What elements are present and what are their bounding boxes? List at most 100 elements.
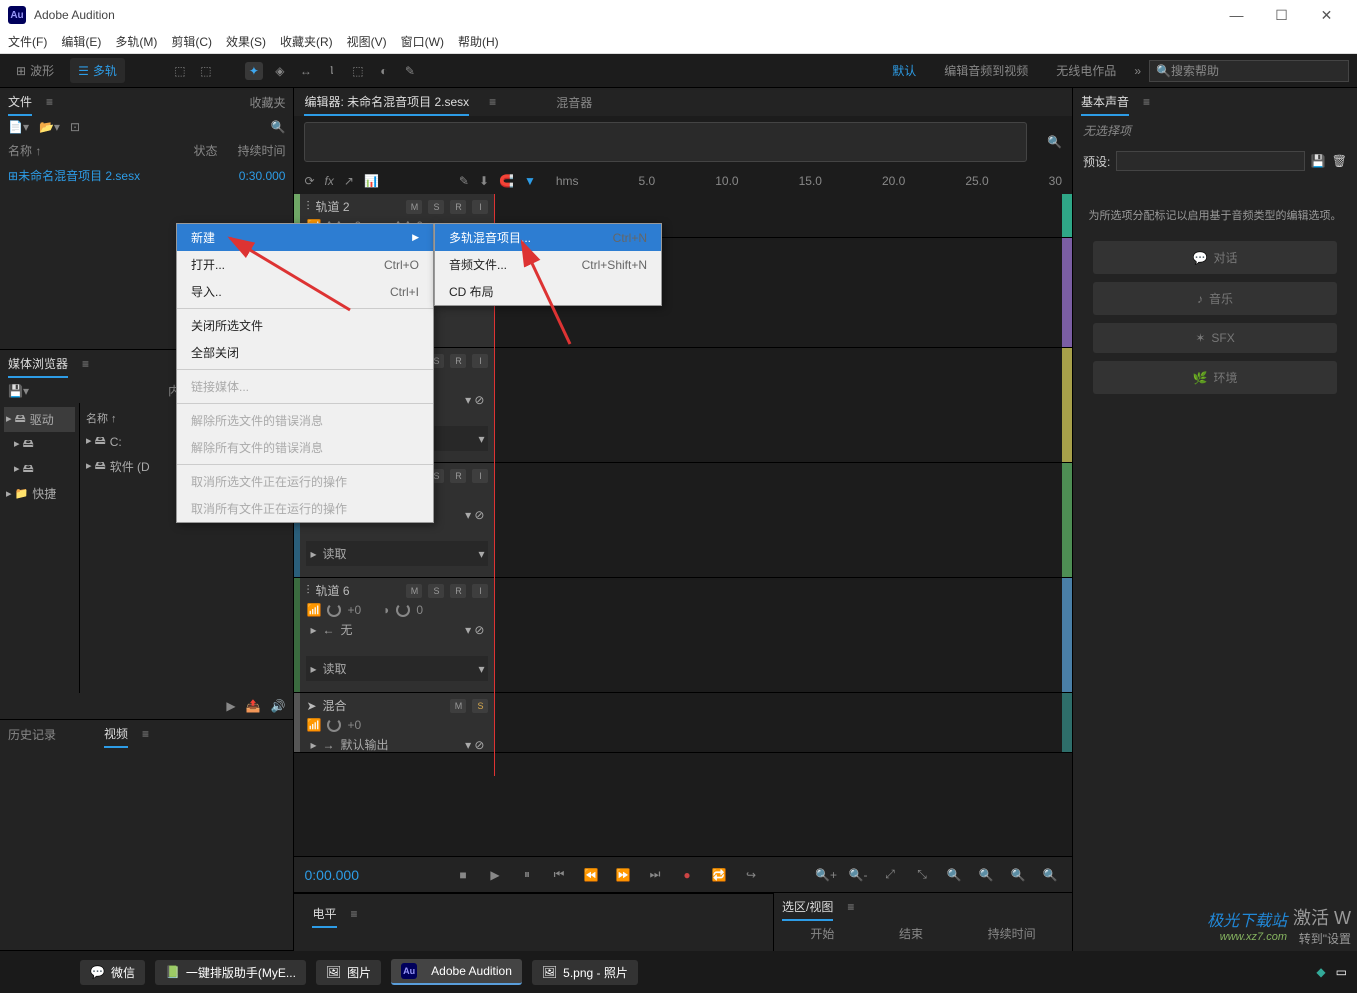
tool-icon-1[interactable]: ⬚ [171, 62, 189, 80]
workspace-default-tab[interactable]: 默认 [882, 58, 926, 83]
go-end-button[interactable]: ⏭ [643, 865, 667, 885]
preset-delete-icon[interactable]: 🗑 [1332, 154, 1347, 168]
essential-sound-tab[interactable]: 基本声音 [1081, 89, 1129, 116]
track-handle-icon[interactable]: ⫶ [306, 199, 309, 214]
marquee-tool-icon[interactable]: ⬚ [349, 62, 367, 80]
multitrack-mode-button[interactable]: ☰ 多轨 [70, 58, 125, 83]
menu-clip[interactable]: 剪辑(C) [171, 33, 212, 50]
files-tab[interactable]: 文件 [8, 89, 32, 116]
menu-close-selected[interactable]: 关闭所选文件 [177, 312, 433, 339]
music-button[interactable]: ♪ 音乐 [1093, 282, 1337, 315]
time-select-tool-icon[interactable]: Ⲓ [323, 62, 341, 80]
record-file-icon[interactable]: ⊡ [70, 120, 80, 134]
lasso-tool-icon[interactable]: ◐ [375, 62, 393, 80]
menu-open[interactable]: 打开...Ctrl+O [177, 251, 433, 278]
submenu-audio-file[interactable]: 音频文件...Ctrl+Shift+N [435, 251, 661, 278]
menu-multitrack[interactable]: 多轨(M) [115, 33, 157, 50]
essential-sound-menu[interactable]: ≡ [1143, 95, 1150, 109]
ambience-button[interactable]: 🌿 环境 [1093, 361, 1337, 394]
go-start-button[interactable]: ⏮ [547, 865, 571, 885]
taskbar-wechat[interactable]: 💬 微信 [80, 960, 145, 985]
track-name[interactable]: 轨道 6 [316, 582, 350, 599]
import-icon[interactable]: 📤 [246, 699, 261, 713]
taskbar-photos[interactable]: 🖼 图片 [316, 960, 381, 985]
preview-icon[interactable]: 🔊 [271, 699, 286, 713]
tree-item[interactable]: ▸ 🖴 [4, 432, 75, 457]
file-row[interactable]: ⊞ 未命名混音项目 2.sesx 0:30.000 [0, 163, 293, 188]
new-file-icon[interactable]: 📄▾ [8, 120, 29, 134]
zoom-out-icon[interactable]: 🔍- [846, 865, 870, 885]
track-name[interactable]: 混合 [323, 697, 347, 714]
editor-panel-menu[interactable]: ≡ [489, 95, 496, 109]
send-icon[interactable]: ↗ [344, 174, 354, 188]
zoom-sel-icon[interactable]: ⤡ [910, 865, 934, 885]
workspaces-overflow[interactable]: » [1134, 64, 1141, 78]
video-panel-menu[interactable]: ≡ [142, 727, 149, 741]
save-icon[interactable]: 💾▾ [8, 384, 29, 398]
forward-button[interactable]: ⏩ [611, 865, 635, 885]
pause-button[interactable]: ⏸ [515, 865, 539, 885]
record-button[interactable]: R [450, 200, 466, 214]
zoom-in-icon[interactable]: 🔍+ [814, 865, 838, 885]
play-button[interactable]: ▶ [483, 865, 507, 885]
zoom-reset-icon[interactable]: 🔍 [1006, 865, 1030, 885]
timecode[interactable]: 0:00.000 [304, 867, 424, 883]
track[interactable]: ⫶轨道 6MSRI 📶+0◗0 ▸ ← 无▾ ⊘ ▸ 读取▾ [294, 578, 1072, 693]
waveform-mode-button[interactable]: ⊞ 波形 [8, 58, 62, 83]
loop-button[interactable]: 🔁 [707, 865, 731, 885]
stop-button[interactable]: ■ [451, 865, 475, 885]
snap-icon[interactable]: ⬇ [479, 174, 489, 188]
menu-close-all[interactable]: 全部关闭 [177, 339, 433, 366]
record-button[interactable]: ● [675, 865, 699, 885]
preset-dropdown[interactable] [1116, 151, 1304, 171]
files-col-name[interactable]: 名称 ↑ [8, 142, 173, 159]
taskbar-tray-icon[interactable]: ▭ [1336, 965, 1347, 979]
menu-favorites[interactable]: 收藏夹(R) [280, 33, 333, 50]
overview-bar[interactable] [304, 122, 1027, 162]
skip-button[interactable]: ↪ [739, 865, 763, 885]
open-file-icon[interactable]: 📂▾ [39, 120, 60, 134]
files-col-status[interactable]: 状态 [193, 142, 217, 159]
dialog-button[interactable]: 💬 对话 [1093, 241, 1337, 274]
history-tab[interactable]: 历史记录 [8, 722, 56, 747]
mixer-tab[interactable]: 混音器 [556, 90, 592, 115]
playhead-icon[interactable]: ▼ [524, 174, 536, 188]
razor-tool-icon[interactable]: ◈ [271, 62, 289, 80]
workspace-wireless-tab[interactable]: 无线电作品 [1046, 58, 1126, 83]
menu-new[interactable]: 新建▶ [177, 224, 433, 251]
tree-item[interactable]: ▸ 🖴 [4, 457, 75, 482]
preset-save-icon[interactable]: 💾 [1311, 154, 1326, 168]
eq-icon[interactable]: 📊 [364, 174, 379, 188]
submenu-multitrack-session[interactable]: 多轨混音项目...Ctrl+N [435, 224, 661, 251]
fx-icon[interactable]: fx [325, 174, 334, 188]
levels-tab[interactable]: 电平 [312, 901, 336, 928]
sfx-button[interactable]: ✶ SFX [1093, 323, 1337, 353]
maximize-button[interactable]: ☐ [1259, 0, 1304, 30]
tool-icon-2[interactable]: ⬚ [197, 62, 215, 80]
magnet-icon[interactable]: 🧲 [499, 174, 514, 188]
loop-toggle-icon[interactable]: ⟳ [304, 174, 314, 188]
favorites-tab[interactable]: 收藏夹 [249, 90, 285, 115]
menu-window[interactable]: 窗口(W) [401, 33, 444, 50]
video-tab[interactable]: 视频 [104, 721, 128, 748]
media-panel-menu[interactable]: ≡ [82, 357, 89, 371]
minimize-button[interactable]: — [1214, 0, 1259, 30]
help-search-input[interactable]: 🔍 搜索帮助 [1149, 60, 1349, 82]
menu-import[interactable]: 导入..Ctrl+I [177, 278, 433, 305]
tree-item[interactable]: ▸ 🖴 驱动 [4, 407, 75, 432]
taskbar-tray-icon[interactable]: ◆ [1316, 965, 1325, 979]
taskbar-audition[interactable]: Au Adobe Audition [391, 959, 522, 985]
solo-button[interactable]: S [428, 200, 444, 214]
menu-help[interactable]: 帮助(H) [458, 33, 499, 50]
zoom-v-out-icon[interactable]: 🔍 [974, 865, 998, 885]
edit-icon[interactable]: ✎ [459, 174, 469, 188]
files-panel-menu[interactable]: ≡ [46, 95, 53, 109]
menu-view[interactable]: 视图(V) [347, 33, 387, 50]
submenu-cd-layout[interactable]: CD 布局 [435, 278, 661, 305]
media-browser-tab[interactable]: 媒体浏览器 [8, 351, 68, 378]
selection-view-tab[interactable]: 选区/视图 [782, 894, 833, 921]
search-files-icon[interactable]: 🔍 [271, 120, 286, 134]
track-mix[interactable]: ➤混合MS 📶+0 ▸ → 默认输出▾ ⊘ [294, 693, 1072, 753]
monitor-button[interactable]: I [472, 200, 488, 214]
timeline-ruler[interactable]: hms5.010.015.020.025.030 [556, 172, 1062, 190]
